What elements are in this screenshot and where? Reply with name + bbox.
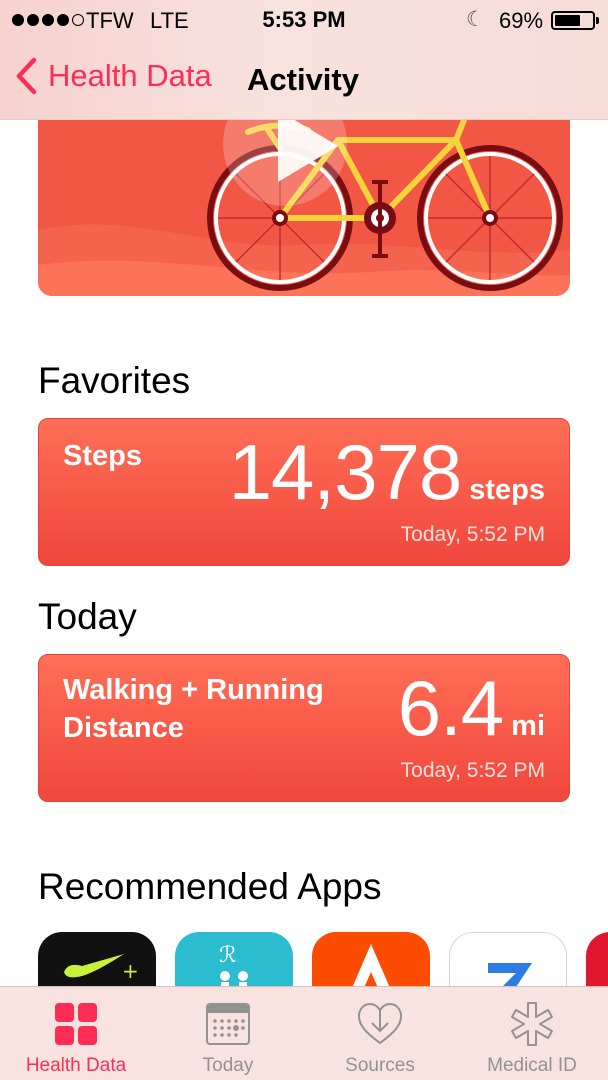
partial-app-icon[interactable] bbox=[586, 932, 608, 988]
navigation-bar: Health Data Activity bbox=[0, 52, 608, 108]
distance-unit: mi bbox=[511, 710, 545, 742]
tab-bar: Health Data Today Sources Medical ID bbox=[0, 986, 608, 1080]
distance-label-line1: Walking + Running bbox=[63, 674, 324, 706]
status-bar: TFW LTE 5:53 PM ☾ 69% bbox=[0, 0, 608, 40]
do-not-disturb-icon: ☾ bbox=[466, 8, 485, 31]
back-button[interactable]: Health Data bbox=[14, 56, 212, 96]
svg-text:+: + bbox=[122, 959, 139, 983]
distance-card[interactable]: Walking + Running Distance 6.4 mi Today,… bbox=[38, 654, 570, 802]
tab-medical-id[interactable]: Medical ID bbox=[456, 987, 608, 1080]
calendar-icon bbox=[206, 1003, 250, 1045]
strava-app-icon[interactable] bbox=[312, 932, 430, 988]
battery-percent: 69% bbox=[499, 8, 544, 33]
tab-medical-id-label: Medical ID bbox=[487, 1055, 577, 1076]
favorites-heading: Favorites bbox=[38, 360, 191, 401]
recommended-apps-heading: Recommended Apps bbox=[38, 866, 382, 907]
bicycle-illustration bbox=[38, 100, 570, 296]
distance-label-line2: Distance bbox=[63, 712, 184, 744]
distance-label: Walking + Running Distance bbox=[63, 671, 324, 747]
runkeeper-app-icon[interactable]: ℛ bbox=[175, 932, 293, 988]
steps-value-group: 14,378 steps bbox=[229, 427, 545, 518]
steps-value: 14,378 bbox=[228, 428, 463, 516]
tab-today-label: Today bbox=[202, 1055, 254, 1076]
back-button-label: Health Data bbox=[48, 58, 212, 93]
chevron-left-icon bbox=[16, 57, 37, 95]
steps-card[interactable]: Steps 14,378 steps Today, 5:52 PM bbox=[38, 418, 570, 566]
steps-timestamp: Today, 5:52 PM bbox=[400, 523, 545, 546]
steps-unit: steps bbox=[469, 474, 545, 506]
tab-today[interactable]: Today bbox=[152, 987, 304, 1080]
svg-text:ℛ: ℛ bbox=[219, 943, 237, 968]
distance-value-group: 6.4 mi bbox=[398, 663, 545, 754]
tab-sources[interactable]: Sources bbox=[304, 987, 456, 1080]
today-heading: Today bbox=[38, 596, 137, 637]
recommended-apps-row: + ℛ bbox=[38, 932, 608, 988]
tab-health-data-label: Health Data bbox=[25, 1055, 127, 1076]
page-title: Activity bbox=[247, 62, 359, 97]
distance-value: 6.4 bbox=[397, 664, 504, 752]
steps-label: Steps bbox=[63, 440, 142, 472]
tab-health-data[interactable]: Health Data bbox=[0, 987, 152, 1080]
health-data-icon bbox=[55, 1003, 97, 1045]
lose-it-app-icon[interactable] bbox=[449, 932, 567, 988]
activity-video-card[interactable] bbox=[38, 100, 570, 296]
tab-sources-label: Sources bbox=[345, 1055, 415, 1076]
header: TFW LTE 5:53 PM ☾ 69% Health Data Activi… bbox=[0, 0, 608, 120]
sources-icon bbox=[357, 1002, 403, 1045]
medical-id-icon bbox=[511, 1002, 553, 1046]
battery-icon bbox=[551, 11, 599, 30]
distance-timestamp: Today, 5:52 PM bbox=[400, 759, 545, 782]
nike-app-icon[interactable]: + bbox=[38, 932, 156, 988]
